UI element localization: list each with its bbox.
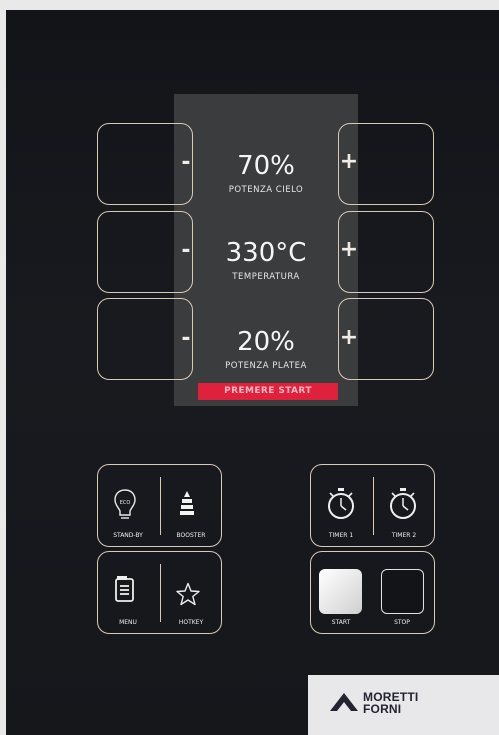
timer-1-label: TIMER 1: [328, 532, 354, 539]
hotkey-label: HOTKEY: [178, 619, 204, 626]
svg-text:ECO: ECO: [120, 500, 131, 506]
stopwatch-icon: [328, 488, 354, 519]
menu-document-icon: [115, 576, 134, 602]
start-button[interactable]: [319, 569, 362, 614]
star-icon: [176, 582, 200, 606]
stopwatch-icon: [390, 488, 416, 519]
divider: [373, 477, 374, 535]
bottom-power-value: 20%: [237, 327, 295, 357]
top-power-value: 70%: [237, 151, 295, 181]
bottom-power-label: POTENZA PLATEA: [225, 361, 307, 371]
temperature-value: 330°C: [225, 238, 307, 268]
temperature-label: TEMPERATURA: [232, 272, 300, 282]
standby-label: STAND-BY: [113, 532, 143, 539]
start-label: START: [331, 619, 351, 626]
timer-2-label: TIMER 2: [391, 532, 417, 539]
booster-label: BOOSTER: [176, 532, 206, 539]
eco-bulb-icon: ECO: [114, 489, 136, 519]
brand-logo-text: MORETTI FORNI: [363, 691, 418, 715]
brand-line-2: FORNI: [363, 702, 402, 716]
divider: [160, 477, 161, 535]
top-power-label: POTENZA CIELO: [228, 185, 304, 195]
menu-label: MENU: [119, 619, 137, 626]
status-message: PREMERE START: [198, 383, 338, 400]
stop-button[interactable]: [381, 569, 424, 614]
moretti-forni-logo-icon: [330, 693, 358, 711]
stop-label: STOP: [394, 619, 410, 626]
divider: [160, 564, 161, 622]
booster-icon: [180, 491, 194, 515]
